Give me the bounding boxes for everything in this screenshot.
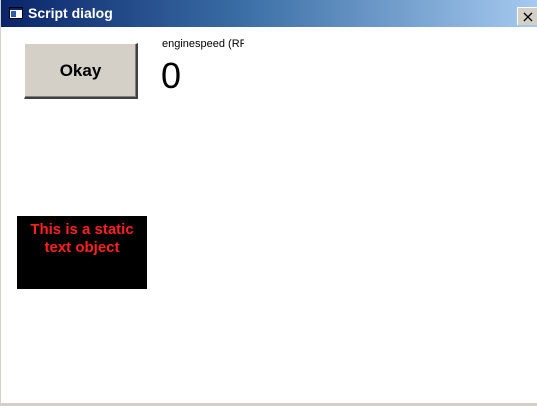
window-title: Script dialog (28, 5, 113, 21)
title-bar[interactable]: Script dialog × (1, 0, 537, 27)
close-button[interactable]: × (517, 7, 537, 25)
script-dialog-window: Script dialog × Okay enginespeed (RPM 0 … (0, 0, 537, 406)
readout-value: 0 (161, 55, 182, 96)
static-text-line-2: text object (44, 239, 120, 256)
app-window-icon[interactable] (9, 7, 23, 19)
static-text-line-1: This is a static (30, 221, 134, 238)
static-text-object: This is a static text object (17, 216, 147, 289)
okay-button[interactable]: Okay (24, 43, 138, 99)
readout-label: enginespeed (RPM (162, 38, 244, 50)
